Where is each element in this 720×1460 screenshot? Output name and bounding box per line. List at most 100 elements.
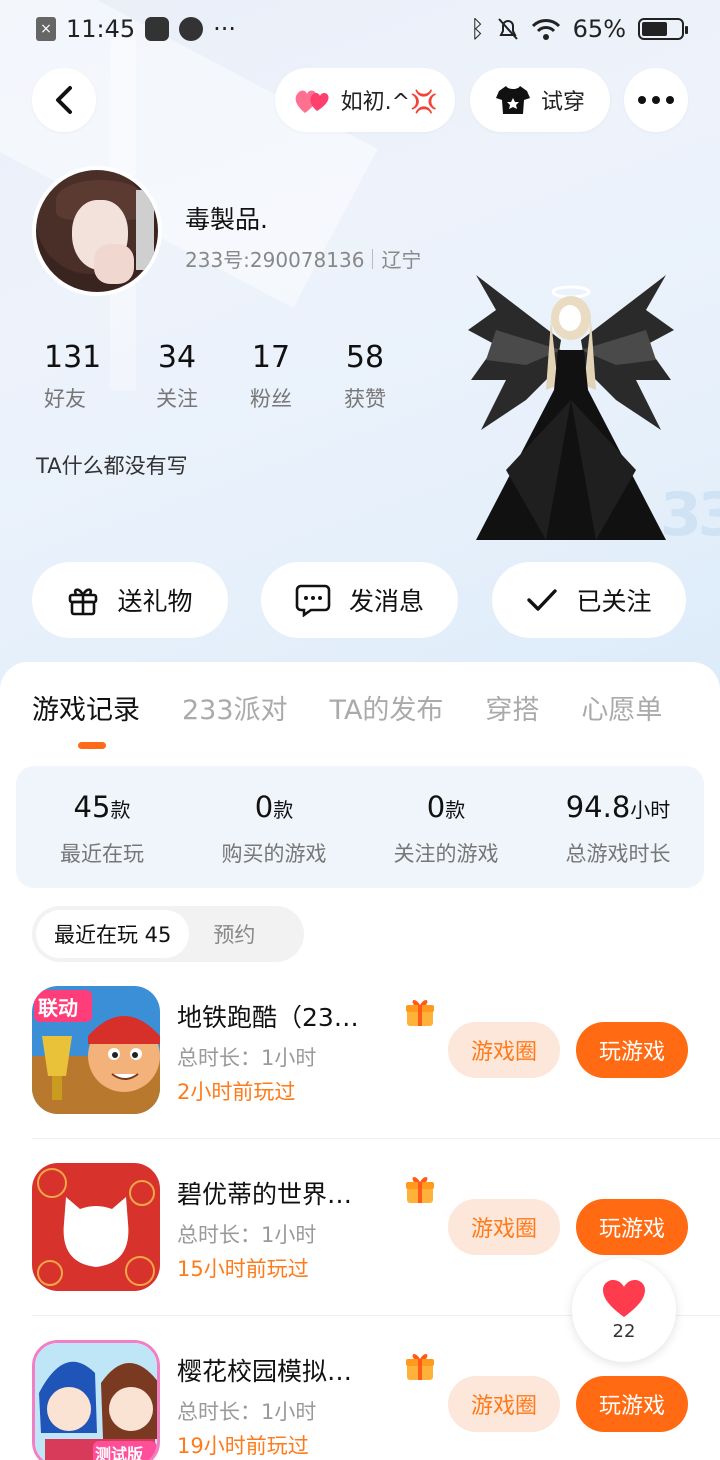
stat-friends[interactable]: 131 好友: [36, 340, 130, 413]
game-row[interactable]: 联动 地铁跑酷（23… 总时长：1小时 2小时前玩过 游戏圈 玩游戏: [32, 986, 720, 1164]
game-last-played: 2小时前玩过: [177, 1080, 296, 1104]
stat-following[interactable]: 34 关注: [130, 340, 224, 413]
gift-box-icon: [406, 1000, 434, 1026]
like-count: 22: [612, 1320, 636, 1342]
row-divider: [32, 1138, 720, 1139]
more-options-button[interactable]: [624, 68, 688, 132]
game-icon-badge: 测试版: [95, 1445, 144, 1460]
stat-value: 131: [44, 340, 102, 375]
game-circle-button[interactable]: 游戏圈: [448, 1376, 560, 1432]
app-notification-icon: [145, 17, 170, 41]
heart-icon: [603, 1279, 645, 1317]
like-floating-button[interactable]: 22: [572, 1258, 676, 1362]
segment-reservations[interactable]: 预约: [189, 919, 279, 949]
notification-icon: ×: [36, 17, 56, 41]
send-gift-label: 送礼物: [117, 587, 193, 616]
game-total-duration: 总时长：1小时: [177, 1223, 317, 1247]
status-bar: × 11:45 ··· ᛒ 65%: [0, 0, 720, 58]
chat-bubble-icon: [295, 584, 331, 617]
profile-tabs: 游戏记录 233派对 TA的发布 穿搭 心愿单: [32, 688, 704, 727]
summary-purchased: 0款 购买的游戏: [188, 766, 360, 888]
profile-stats: 131 好友 34 关注 17 粉丝 58 获赞: [36, 340, 412, 413]
tab-wishlist[interactable]: 心愿单: [581, 688, 662, 727]
status-time: 11:45: [66, 15, 136, 43]
game-title: 地铁跑酷（23…: [177, 1003, 359, 1032]
play-game-button[interactable]: 玩游戏: [576, 1022, 688, 1078]
send-gift-button[interactable]: 送礼物: [32, 562, 228, 638]
summary-unit: 款: [273, 798, 294, 822]
user-bio: TA什么都没有写: [36, 454, 188, 478]
bodice: [554, 350, 588, 390]
tab-outfits[interactable]: 穿搭: [485, 688, 539, 727]
summary-recent: 45款 最近在玩: [16, 766, 188, 888]
game-filter-segment: 最近在玩 45 预约: [32, 906, 304, 962]
summary-total-time: 94.8小时 总游戏时长: [532, 766, 704, 888]
relationship-tag-button[interactable]: 如初.^💢: [275, 68, 455, 132]
try-on-label: 试穿: [540, 90, 585, 115]
stat-label: 获赞: [344, 387, 386, 411]
battery-icon: [638, 18, 688, 40]
wifi-icon: [531, 19, 560, 40]
masked-face: [559, 305, 581, 331]
game-icon-sakura-school[interactable]: 测试版: [32, 1340, 160, 1460]
game-icon-subway-surfers[interactable]: 联动: [32, 986, 160, 1114]
tab-game-records[interactable]: 游戏记录: [32, 688, 140, 727]
game-summary-card: 45款 最近在玩 0款 购买的游戏 0款 关注的游戏 94.8小时 总游戏时长: [16, 766, 704, 888]
bluetooth-icon: ᛒ: [470, 15, 485, 43]
relationship-tag-label: 如初.^💢: [340, 90, 438, 115]
compass-icon: [179, 17, 204, 41]
stat-label: 粉丝: [250, 387, 292, 411]
stat-label: 关注: [156, 387, 198, 411]
user-id-line: 233号:290078136 辽宁: [185, 244, 421, 273]
send-message-label: 发消息: [348, 587, 424, 616]
summary-unit: 小时: [630, 798, 671, 822]
game-title: 樱花校园模拟…: [177, 1357, 353, 1386]
back-arrow-icon: [56, 86, 72, 114]
user-avatar[interactable]: [32, 166, 162, 296]
battery-percent: 65%: [572, 15, 626, 43]
summary-label: 最近在玩: [60, 842, 144, 866]
game-last-played: 19小时前玩过: [177, 1434, 309, 1458]
more-notifications-icon: ···: [213, 15, 237, 43]
game-circle-button[interactable]: 游戏圈: [448, 1022, 560, 1078]
summary-unit: 款: [110, 798, 131, 822]
game-circle-button[interactable]: 游戏圈: [448, 1199, 560, 1255]
game-icon-badge: 联动: [38, 996, 78, 1020]
mute-bell-icon: [497, 18, 518, 40]
checkmark-icon: [527, 589, 558, 611]
stat-value: 34: [157, 340, 197, 375]
back-button[interactable]: [32, 68, 96, 132]
summary-value: 0: [426, 790, 446, 824]
stat-label: 好友: [44, 387, 86, 411]
summary-followed: 0款 关注的游戏: [360, 766, 532, 888]
summary-value: 94.8: [565, 790, 631, 824]
followed-button[interactable]: 已关注: [492, 562, 686, 638]
stat-value: 58: [345, 340, 385, 375]
send-message-button[interactable]: 发消息: [261, 562, 458, 638]
user-region: 辽宁: [381, 248, 422, 272]
stat-fans[interactable]: 17 粉丝: [224, 340, 318, 413]
game-icon-beauty-world[interactable]: [32, 1163, 160, 1291]
play-game-button[interactable]: 玩游戏: [576, 1199, 688, 1255]
try-on-button[interactable]: 试穿: [470, 68, 610, 132]
summary-unit: 款: [445, 798, 466, 822]
double-heart-icon: [295, 90, 329, 113]
stat-likes[interactable]: 58 获赞: [318, 340, 412, 413]
summary-value: 0: [254, 790, 274, 824]
gift-box-icon: [406, 1354, 434, 1380]
summary-label: 关注的游戏: [393, 842, 499, 866]
tshirt-icon: [495, 86, 530, 114]
tab-posts[interactable]: TA的发布: [330, 688, 444, 727]
user-id[interactable]: 233号:290078136: [185, 244, 364, 273]
followed-label: 已关注: [576, 587, 652, 616]
game-last-played: 15小时前玩过: [177, 1257, 309, 1281]
play-game-button[interactable]: 玩游戏: [576, 1376, 688, 1432]
avatar-character-figure[interactable]: [466, 270, 676, 560]
game-total-duration: 总时长：1小时: [177, 1400, 317, 1424]
game-title: 碧优蒂的世界…: [177, 1180, 353, 1209]
game-total-duration: 总时长：1小时: [177, 1046, 317, 1070]
tab-233-party[interactable]: 233派对: [182, 688, 288, 727]
active-tab-indicator: [78, 742, 106, 749]
segment-recent-playing[interactable]: 最近在玩 45: [36, 910, 190, 958]
summary-value: 45: [73, 790, 111, 824]
